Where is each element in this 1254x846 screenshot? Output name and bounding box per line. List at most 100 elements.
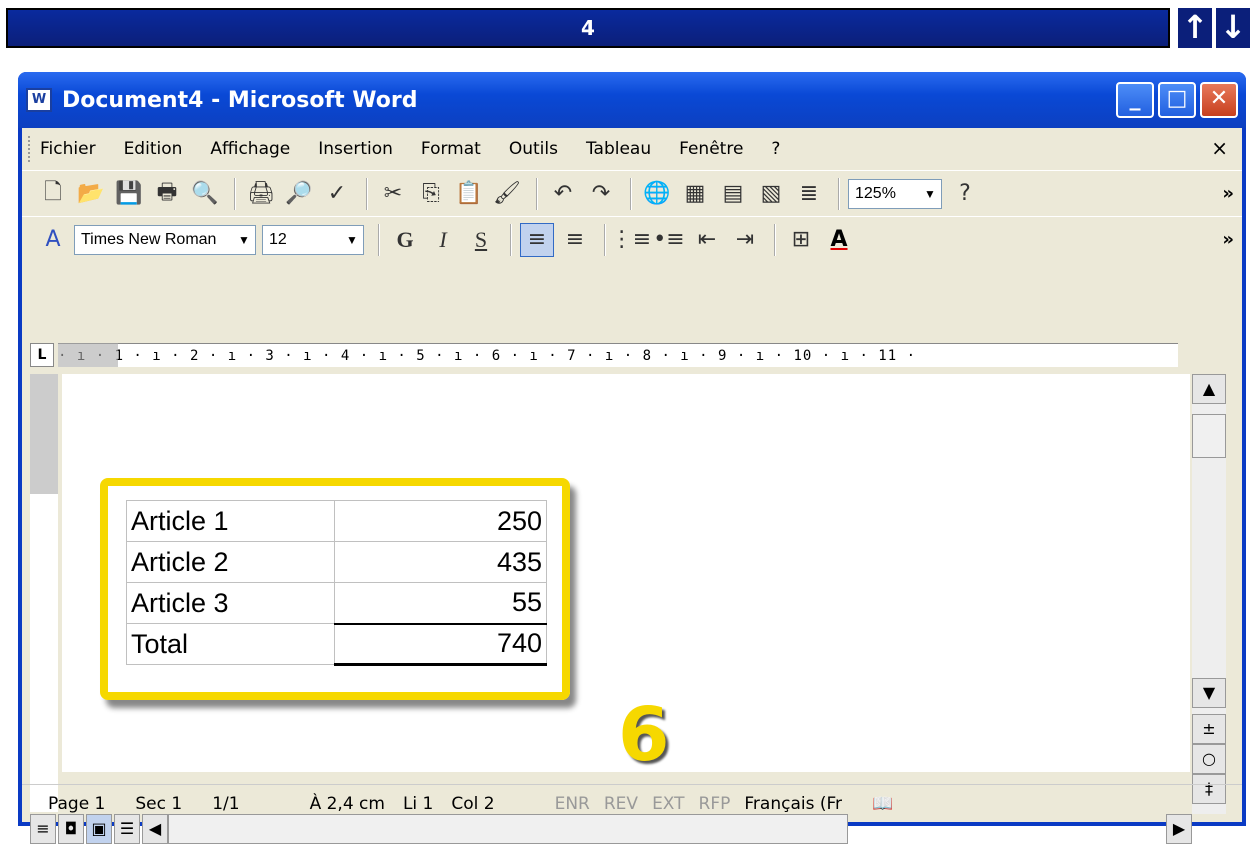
menu-grip[interactable] <box>28 136 32 162</box>
table-cell-name[interactable]: Article 3 <box>126 582 335 624</box>
new-document-icon[interactable]: 🗋 <box>36 177 70 211</box>
research-icon[interactable]: 🔍 <box>188 177 222 211</box>
horizontal-ruler[interactable]: · ı · 1 · ı · 2 · ı · 3 · ı · 4 · ı · 5 … <box>58 343 1178 367</box>
permission-icon[interactable]: 🖶 <box>150 177 184 211</box>
underline-button[interactable]: S <box>464 223 498 257</box>
horizontal-ruler-row: L · ı · 1 · ı · 2 · ı · 3 · ı · 4 · ı · … <box>22 337 1242 373</box>
borders-icon[interactable]: ⊞ <box>784 223 818 257</box>
status-rev[interactable]: REV <box>604 794 638 814</box>
menu-fenetre[interactable]: Fenêtre <box>679 139 743 159</box>
tables-borders-icon[interactable]: ▦ <box>678 177 712 211</box>
toolbar-separator <box>774 223 776 256</box>
table-cell-name[interactable]: Article 1 <box>126 500 335 542</box>
chevron-down-icon[interactable]: ▼ <box>233 226 255 254</box>
align-left-icon[interactable]: ≡ <box>520 222 554 257</box>
format-painter-icon[interactable]: 🖌 <box>490 177 524 211</box>
bullets-icon[interactable]: •≡ <box>652 223 686 257</box>
spelling-status-icon[interactable]: 📖 <box>872 794 893 814</box>
previous-page-icon[interactable]: ± <box>1192 714 1226 744</box>
tab-selector-icon[interactable]: L <box>30 343 54 367</box>
close-button[interactable]: ✕ <box>1200 82 1238 118</box>
maximize-button[interactable]: □ <box>1158 82 1196 118</box>
toolbar-options-icon[interactable]: » <box>1222 183 1234 204</box>
table-row: Article 1 250 <box>126 500 547 542</box>
menu-outils[interactable]: Outils <box>509 139 558 159</box>
cut-icon[interactable]: ✂ <box>376 177 410 211</box>
font-value: Times New Roman <box>81 230 217 248</box>
formatting-toolbar: A Times New Roman ▼ 12 ▼ G I S ≡ ≡ ⋮≡ •≡… <box>22 216 1242 262</box>
undo-icon[interactable]: ↶ <box>546 177 580 211</box>
menu-insertion[interactable]: Insertion <box>318 139 393 159</box>
print-preview-icon[interactable]: 🔎 <box>282 177 316 211</box>
status-section: Sec 1 <box>135 793 183 814</box>
status-ext[interactable]: EXT <box>652 794 684 814</box>
status-enr[interactable]: ENR <box>555 794 590 814</box>
zoom-select[interactable]: 125% ▼ <box>848 178 942 209</box>
status-rfp[interactable]: RFP <box>699 794 731 814</box>
spelling-icon[interactable]: ✓ <box>320 177 354 211</box>
ruler-margin <box>58 343 118 367</box>
step-number-badge: 6 <box>618 692 670 778</box>
toolbar-options-icon[interactable]: » <box>1222 229 1234 250</box>
document-page[interactable]: Article 1 250 Article 2 435 Article 3 55… <box>62 374 1190 778</box>
browse-object-icon[interactable]: ○ <box>1192 744 1226 774</box>
redo-icon[interactable]: ↷ <box>584 177 618 211</box>
italic-button[interactable]: I <box>426 223 460 257</box>
menu-edition[interactable]: Edition <box>124 139 183 159</box>
vertical-scrollbar[interactable]: ▲ ▼ ± ○ ‡ <box>1192 374 1226 814</box>
vertical-ruler-margin <box>30 374 58 494</box>
window-title: Document4 - Microsoft Word <box>62 87 418 113</box>
menu-format[interactable]: Format <box>421 139 481 159</box>
decrease-indent-icon[interactable]: ⇤ <box>690 223 724 257</box>
increase-indent-icon[interactable]: ⇥ <box>728 223 762 257</box>
font-color-icon[interactable]: A <box>822 223 856 257</box>
table-cell-value[interactable]: 740 <box>334 622 547 666</box>
next-arrow-icon[interactable]: ↓ <box>1216 8 1250 48</box>
title-bar[interactable]: W Document4 - Microsoft Word _ □ ✕ <box>18 72 1246 128</box>
table-cell-value[interactable]: 250 <box>334 500 547 542</box>
status-page: Page 1 <box>48 793 106 814</box>
chevron-down-icon[interactable]: ▼ <box>919 180 941 208</box>
menu-fichier[interactable]: Fichier <box>40 139 96 159</box>
font-size-value: 12 <box>269 230 287 248</box>
paste-icon[interactable]: 📋 <box>452 177 486 211</box>
highlight-frame: Article 1 250 Article 2 435 Article 3 55… <box>100 478 570 700</box>
help-icon[interactable]: ? <box>948 177 982 211</box>
status-language[interactable]: Français (Fr <box>744 794 842 814</box>
open-folder-icon[interactable]: 📂 <box>74 177 108 211</box>
minimize-button[interactable]: _ <box>1116 82 1154 118</box>
font-size-select[interactable]: 12 ▼ <box>262 224 364 255</box>
numbering-icon[interactable]: ⋮≡ <box>611 223 651 257</box>
article-table[interactable]: Article 1 250 Article 2 435 Article 3 55… <box>126 500 547 666</box>
align-center-icon[interactable]: ≡ <box>558 223 592 257</box>
table-cell-name[interactable]: Article 2 <box>126 541 335 583</box>
previous-arrow-icon[interactable]: ↑ <box>1178 8 1212 48</box>
toolbar-separator <box>510 223 512 256</box>
table-cell-name[interactable]: Total <box>126 623 335 665</box>
font-select[interactable]: Times New Roman ▼ <box>74 224 256 255</box>
toolbar-separator <box>536 177 538 210</box>
menu-tableau[interactable]: Tableau <box>586 139 651 159</box>
columns-icon[interactable]: ≣ <box>792 177 826 211</box>
document-close-icon[interactable]: × <box>1211 136 1228 160</box>
hyperlink-icon[interactable]: 🌐 <box>640 177 674 211</box>
print-icon[interactable]: 🖨 <box>244 177 278 211</box>
word-app-icon[interactable]: W <box>26 88 52 112</box>
toolbar-separator <box>604 223 606 256</box>
styles-icon[interactable]: A <box>36 223 70 257</box>
vertical-ruler[interactable] <box>30 374 58 812</box>
scroll-down-icon[interactable]: ▼ <box>1192 678 1226 708</box>
insert-table-icon[interactable]: ▤ <box>716 177 750 211</box>
copy-icon[interactable]: ⎘ <box>414 177 448 211</box>
save-icon[interactable]: 💾 <box>112 177 146 211</box>
chevron-down-icon[interactable]: ▼ <box>341 226 363 254</box>
insert-excel-icon[interactable]: ▧ <box>754 177 788 211</box>
menu-affichage[interactable]: Affichage <box>210 139 290 159</box>
table-cell-value[interactable]: 55 <box>334 582 547 624</box>
scroll-up-icon[interactable]: ▲ <box>1192 374 1226 404</box>
menu-help[interactable]: ? <box>771 139 780 159</box>
scroll-thumb[interactable] <box>1192 414 1226 458</box>
table-cell-value[interactable]: 435 <box>334 541 547 583</box>
bold-button[interactable]: G <box>388 223 422 257</box>
toolbar-separator <box>838 177 840 210</box>
